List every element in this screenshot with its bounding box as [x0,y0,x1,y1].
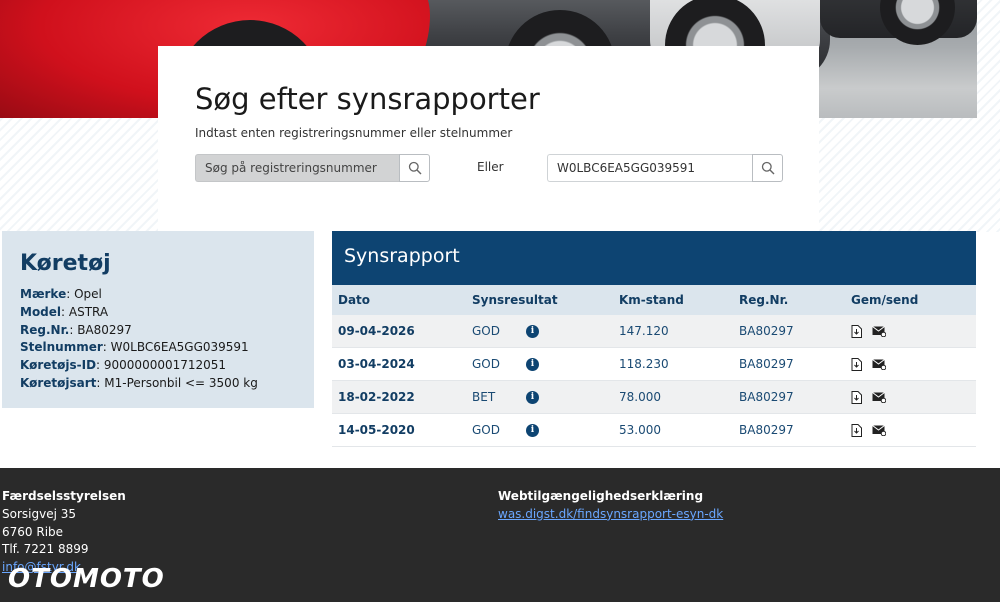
footer-org: Færdselsstyrelsen [2,489,126,503]
report-panel: Synsrapport Dato Synsresultat Km-stand R… [332,231,976,447]
footer-city: 6760 Ribe [2,524,64,539]
send-email-icon[interactable] [872,424,886,436]
col-reg: Reg.Nr. [739,293,789,307]
footer-phone: Tlf. 7221 8899 [2,542,89,557]
vehicle-heading: Køretøj [20,251,111,276]
row-reg: BA80297 [739,357,794,371]
footer: Færdselsstyrelsen Sorsigvej 35 6760 Ribe… [0,468,1000,602]
send-email-icon[interactable] [872,391,886,403]
reg-search-input[interactable] [195,154,399,182]
row-result-cell: BET i [472,390,619,404]
field-value: Opel [74,287,102,301]
row-result-cell: GOD i [472,324,619,338]
vehicle-field-make: Mærke: Opel [20,287,102,301]
vin-search-button[interactable] [752,154,783,182]
vehicle-field-model: Model: ASTRA [20,304,109,319]
row-km: 147.120 [619,324,669,338]
row-km: 78.000 [619,390,661,404]
search-icon [761,161,774,175]
row-km: 53.000 [619,423,661,437]
page-title: Søg efter synsrapporter [195,82,540,116]
send-email-icon[interactable] [872,358,886,370]
or-label: Eller [477,160,504,174]
row-km: 118.230 [619,357,669,371]
info-icon[interactable]: i [526,423,539,437]
vin-search-input[interactable] [547,154,752,182]
row-actions [851,324,976,338]
info-icon[interactable]: i [526,357,539,371]
field-value: 9000000001712051 [103,358,227,373]
field-label: Køretøjs-ID [20,358,97,373]
col-save-send: Gem/send [851,293,919,307]
field-value: M1-Personbil <= 3500 kg [104,375,258,390]
field-value: W0LBC6EA5GG039591 [110,340,249,355]
row-date: 03-04-2024 [338,357,415,371]
hero-section: Søg efter synsrapporter Indtast enten re… [0,0,1000,232]
download-pdf-icon[interactable] [851,390,862,404]
row-result: GOD [472,357,500,371]
report-title: Synsrapport [332,231,976,285]
col-date: Dato [338,293,371,307]
photo-wheel [880,0,955,45]
vehicle-field-vin: Stelnummer: W0LBC6EA5GG039591 [20,340,249,355]
row-actions [851,357,976,371]
row-reg: BA80297 [739,324,794,338]
info-icon[interactable]: i [526,324,539,338]
col-km: Km-stand [619,293,684,307]
vehicle-panel: Køretøj Mærke: Opel Model: ASTRA Reg.Nr.… [2,231,314,408]
field-label: Model [20,304,62,319]
table-row: 09-04-2026 GOD i 147.120 BA80297 [332,315,976,348]
table-row: 03-04-2024 GOD i 118.230 BA80297 [332,348,976,381]
table-header: Dato Synsresultat Km-stand Reg.Nr. Gem/s… [332,285,976,315]
download-pdf-icon[interactable] [851,423,862,437]
reg-search-group [195,154,430,182]
footer-a11y-link[interactable]: was.digst.dk/findsynsrapport-esyn-dk [498,507,723,521]
field-label: Stelnummer [20,340,103,355]
send-email-icon[interactable] [872,325,886,337]
table-row: 18-02-2022 BET i 78.000 BA80297 [332,381,976,414]
field-label: Reg.Nr. [20,322,70,337]
row-date: 14-05-2020 [338,423,415,437]
vin-search-group [547,154,783,182]
footer-accessibility: Webtilgængelighedserklæring was.digst.dk… [498,488,723,524]
row-actions [851,423,976,437]
table-row: 14-05-2020 GOD i 53.000 BA80297 [332,414,976,447]
row-date: 09-04-2026 [338,324,415,338]
vehicle-field-reg: Reg.Nr.: BA80297 [20,322,132,337]
download-pdf-icon[interactable] [851,357,862,371]
search-icon [408,161,421,175]
reg-search-button[interactable] [399,154,430,182]
field-value: BA80297 [77,322,132,337]
vehicle-field-id: Køretøjs-ID: 9000000001712051 [20,358,227,373]
row-result-cell: GOD i [472,423,619,437]
footer-street: Sorsigvej 35 [2,506,76,521]
field-label: Køretøjsart [20,375,97,390]
download-pdf-icon[interactable] [851,324,862,338]
row-result: BET [472,390,496,404]
search-subtitle: Indtast enten registreringsnummer eller … [195,126,513,140]
field-value: ASTRA [68,304,109,319]
search-card: Søg efter synsrapporter Indtast enten re… [158,46,819,232]
row-result-cell: GOD i [472,357,619,371]
field-label: Mærke [20,287,67,301]
row-reg: BA80297 [739,390,794,404]
row-result: GOD [472,324,500,338]
row-actions [851,390,976,404]
row-reg: BA80297 [739,423,794,437]
col-result: Synsresultat [472,293,558,307]
footer-a11y-title: Webtilgængelighedserklæring [498,489,704,503]
row-date: 18-02-2022 [338,390,415,404]
watermark-logo: OTOMOTO [8,564,165,594]
row-result: GOD [472,423,500,437]
info-icon[interactable]: i [526,390,539,404]
vehicle-field-type: Køretøjsart: M1-Personbil <= 3500 kg [20,375,258,390]
